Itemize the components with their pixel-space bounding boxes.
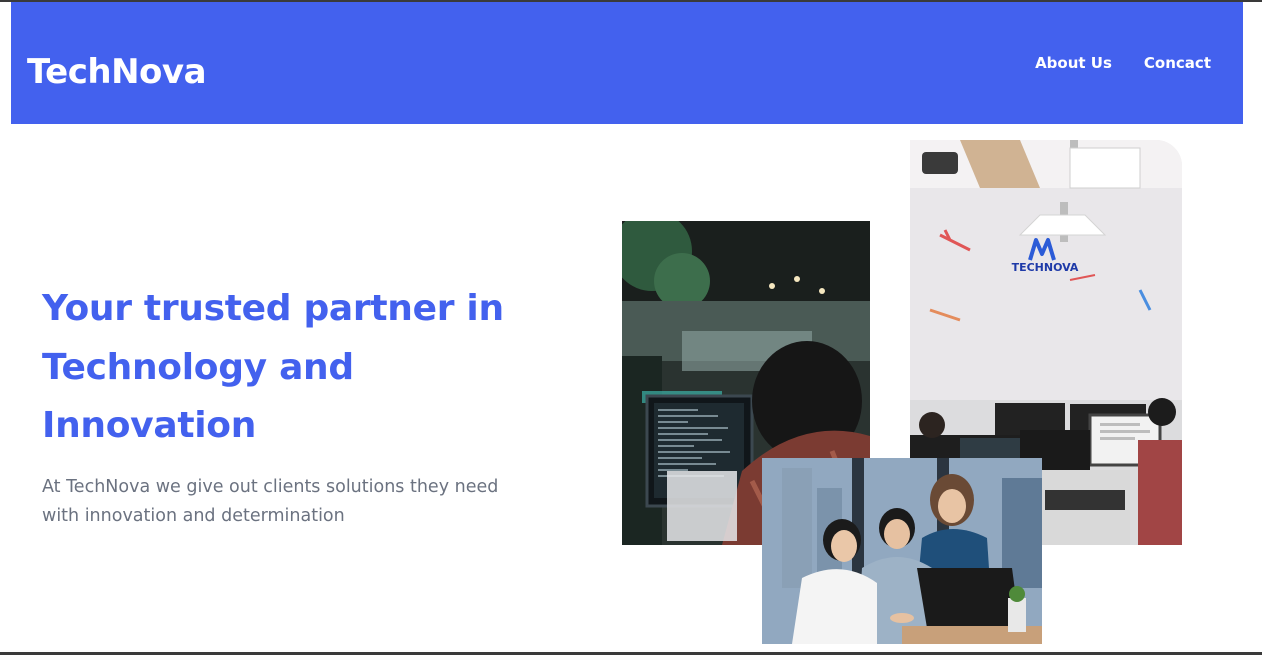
hero-subtitle: At TechNova we give out clients solution… xyxy=(42,477,499,526)
brand-logo[interactable]: TechNova xyxy=(27,52,207,92)
office-wall-logo-text: TECHNOVA xyxy=(1012,261,1079,274)
nav-link-about-us[interactable]: About Us xyxy=(1035,54,1112,72)
nav-link-contact[interactable]: Concact xyxy=(1144,54,1211,72)
team-laptop-photo xyxy=(762,458,1042,644)
hero-title: Your trusted partner in Technology and I… xyxy=(42,288,504,446)
nav-links: About Us Concact xyxy=(1035,54,1211,72)
navbar: TechNova About Us Concact xyxy=(11,2,1243,124)
